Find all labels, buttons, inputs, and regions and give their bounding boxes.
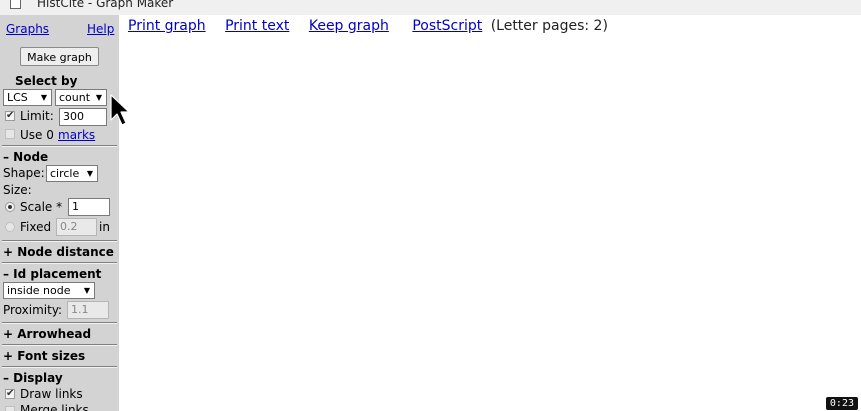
display-section-header[interactable]: – Display (3, 371, 63, 385)
help-link[interactable]: Help (87, 22, 114, 36)
graph-options-sidebar: Graphs Help Make graph Select by LCS ▼ c… (0, 15, 119, 411)
id-placement-dropdown[interactable]: inside node ▼ (3, 282, 95, 299)
limit-label: Limit: (20, 109, 54, 123)
fixed-label: Fixed (20, 220, 52, 234)
scale-label: Scale * (20, 200, 63, 214)
keep-graph-link[interactable]: Keep graph (309, 18, 389, 34)
window-title: HistCite - Graph Maker (37, 0, 174, 10)
marks-link[interactable]: marks (58, 128, 95, 142)
section-divider (2, 344, 117, 346)
id-placement-value: inside node (7, 284, 71, 297)
section-divider (2, 262, 117, 264)
chevron-down-icon: ▼ (86, 169, 93, 178)
proximity-label: Proximity: (3, 303, 63, 317)
chevron-down-icon: ▼ (40, 93, 47, 102)
document-icon (10, 0, 21, 9)
fixed-size-radio[interactable] (5, 222, 15, 232)
scale-radio[interactable] (5, 202, 15, 212)
chevron-down-icon: ▼ (83, 286, 90, 295)
arrow-cursor-icon (110, 94, 130, 126)
print-graph-link[interactable]: Print graph (128, 18, 206, 34)
use-zero-marks-checkbox[interactable] (5, 129, 15, 139)
scale-input[interactable]: 1 (68, 198, 110, 216)
graphs-link[interactable]: Graphs (6, 22, 49, 36)
section-divider (2, 366, 117, 368)
merge-links-checkbox[interactable] (5, 406, 15, 411)
node-section-header[interactable]: – Node (3, 150, 48, 164)
shape-label: Shape: (3, 166, 45, 180)
node-distance-section-header[interactable]: + Node distance (3, 245, 114, 259)
select-by-secondary-value: count (59, 91, 91, 104)
section-divider (2, 145, 117, 147)
select-by-primary-value: LCS (7, 91, 28, 104)
font-sizes-section-header[interactable]: + Font sizes (3, 349, 85, 363)
section-divider (2, 240, 117, 242)
window-titlebar: HistCite - Graph Maker (0, 0, 861, 15)
graph-actions-bar: Print graph Print text Keep graph PostSc… (128, 18, 608, 34)
print-text-link[interactable]: Print text (225, 18, 289, 34)
shape-dropdown[interactable]: circle ▼ (46, 165, 98, 182)
recording-timer: 0:23 (825, 397, 858, 410)
fixed-unit-label: in (99, 220, 110, 234)
make-graph-button[interactable]: Make graph (20, 47, 99, 66)
size-label: Size: (3, 183, 32, 197)
postscript-link[interactable]: PostScript (412, 18, 482, 34)
chevron-down-icon: ▼ (95, 93, 102, 102)
arrowhead-section-header[interactable]: + Arrowhead (3, 327, 91, 341)
draw-links-checkbox[interactable]: ✔ (5, 389, 15, 399)
shape-value: circle (50, 167, 80, 180)
id-placement-section-header[interactable]: – Id placement (3, 267, 101, 281)
select-by-heading: Select by (15, 74, 78, 88)
use-zero-label: Use 0 (20, 128, 54, 142)
limit-checkbox[interactable]: ✔ (5, 111, 15, 121)
select-by-primary-dropdown[interactable]: LCS ▼ (3, 89, 52, 106)
select-by-secondary-dropdown[interactable]: count ▼ (55, 89, 107, 106)
letter-pages-info: (Letter pages: 2) (490, 18, 608, 34)
fixed-size-input[interactable]: 0.2 (56, 218, 97, 236)
draw-links-label: Draw links (20, 387, 83, 401)
proximity-input[interactable]: 1.1 (67, 301, 109, 319)
merge-links-label: Merge links (20, 403, 89, 411)
section-divider (2, 322, 117, 324)
limit-input[interactable]: 300 (59, 108, 107, 126)
